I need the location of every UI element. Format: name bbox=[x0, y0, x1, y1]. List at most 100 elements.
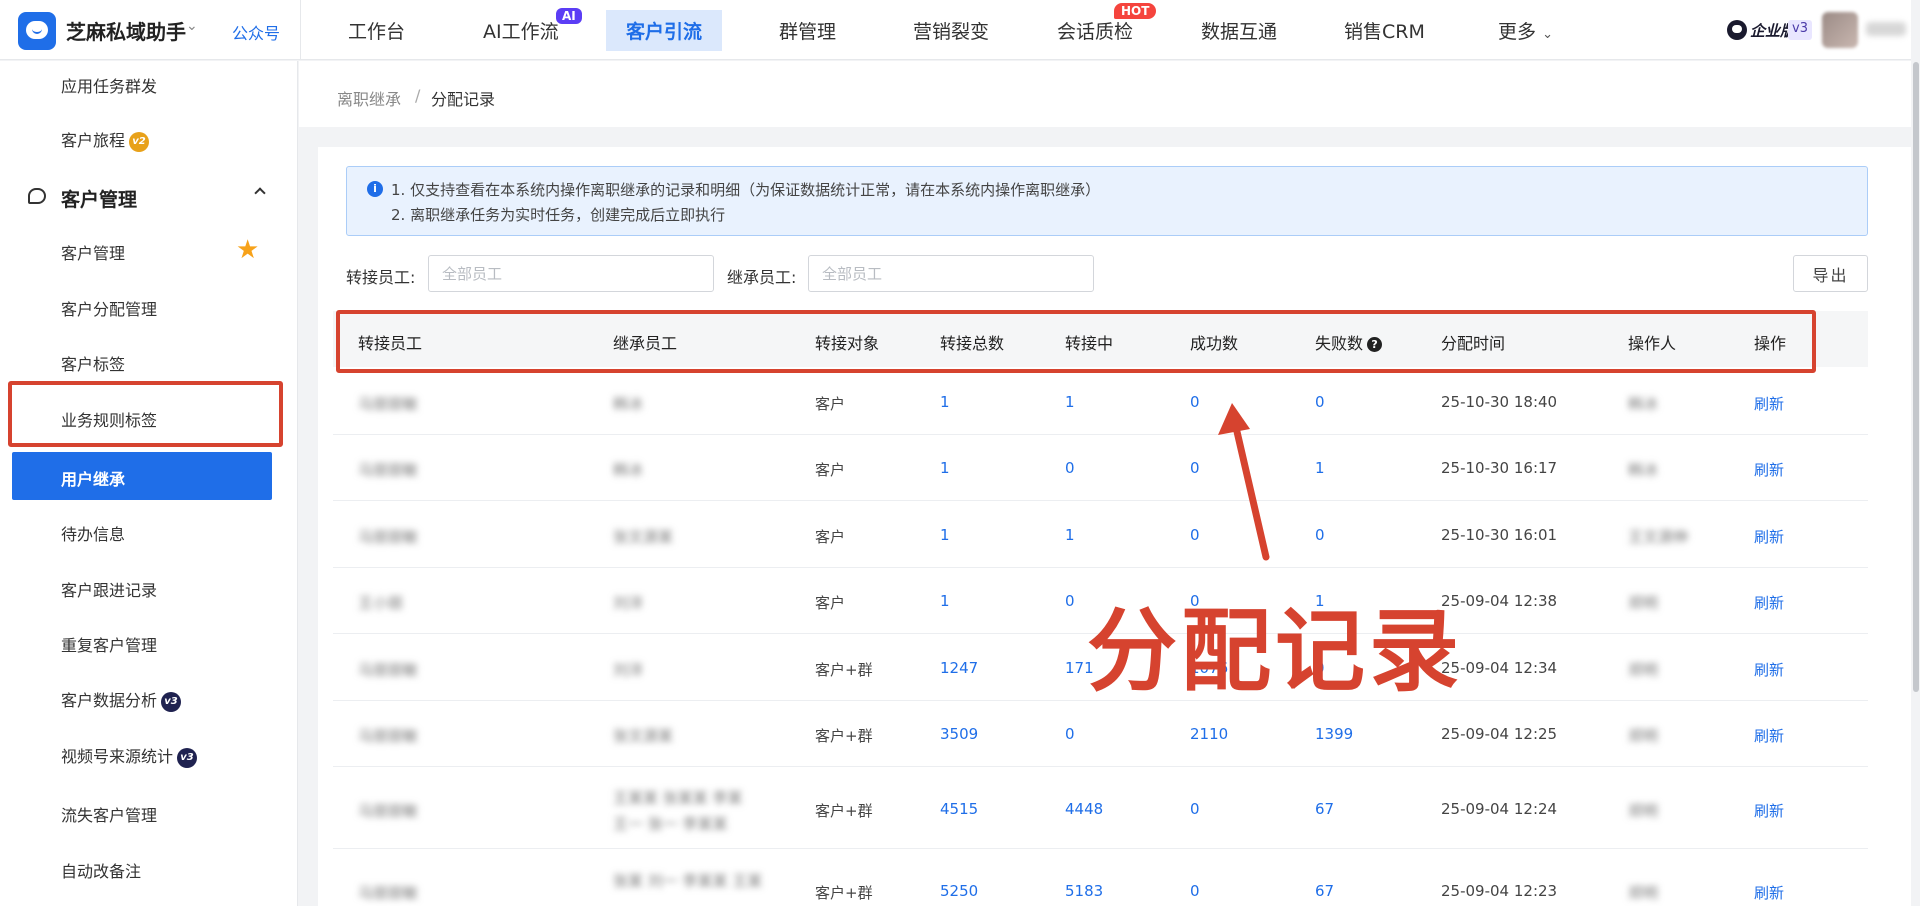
user-avatar[interactable] bbox=[1822, 12, 1858, 48]
cell-fail-link[interactable]: 1399 bbox=[1315, 725, 1353, 743]
cell-inherit-employee: 韩冰 bbox=[613, 461, 644, 479]
cell-pending-link[interactable]: 4448 bbox=[1065, 800, 1103, 818]
gzh-link[interactable]: 公众号 bbox=[232, 20, 280, 44]
cell-fail-link[interactable]: 1 bbox=[1315, 459, 1325, 477]
refresh-link[interactable]: 刷新 bbox=[1754, 659, 1784, 680]
cell-pending-link[interactable]: 1 bbox=[1065, 526, 1075, 544]
cell-total-link[interactable]: 1 bbox=[940, 459, 950, 477]
notice-banner: i 1. 仅支持查看在本系统内操作离职继承的记录和明细（为保证数据统计正常，请在… bbox=[346, 166, 1868, 236]
cell-fail-link[interactable]: 67 bbox=[1315, 882, 1334, 900]
enterprise-logo-icon bbox=[1727, 20, 1747, 40]
nav-workbench[interactable]: 工作台 bbox=[348, 17, 405, 44]
cell-operator: 王文源伸 bbox=[1628, 528, 1689, 546]
breadcrumb: 离职继承 / 分配记录 bbox=[299, 61, 1911, 127]
sidebar-item-label: 视频号来源统计 bbox=[61, 747, 174, 766]
cell-pending-link[interactable]: 0 bbox=[1065, 459, 1075, 477]
sidebar-item-customer-management[interactable]: 客户管理 bbox=[61, 240, 125, 264]
v3-badge-icon: v3 bbox=[161, 691, 182, 712]
nav-more[interactable]: 更多 ⌄ bbox=[1498, 17, 1553, 44]
cell-operator: 韩冰 bbox=[1628, 395, 1659, 413]
version-badge: v3 bbox=[1788, 20, 1812, 40]
sidebar-item-lost-customers[interactable]: 流失客户管理 bbox=[61, 802, 157, 826]
cell-inherit-employee: 王某某 张某某 李某 bbox=[613, 789, 743, 807]
cell-total-link[interactable]: 1 bbox=[940, 592, 950, 610]
refresh-link[interactable]: 刷新 bbox=[1754, 800, 1784, 821]
sidebar-item-todo[interactable]: 待办信息 bbox=[61, 521, 125, 545]
nav-data-sync[interactable]: 数据互通 bbox=[1201, 17, 1277, 44]
refresh-link[interactable]: 刷新 bbox=[1754, 725, 1784, 746]
cell-fail-link[interactable]: 0 bbox=[1315, 393, 1325, 411]
sidebar-item-customer-tags[interactable]: 客户标签 bbox=[61, 351, 125, 375]
breadcrumb-current: 分配记录 bbox=[431, 90, 496, 109]
chevron-down-icon[interactable]: ⌄ bbox=[186, 18, 198, 34]
sidebar-item-auto-remark[interactable]: 自动改备注 bbox=[61, 858, 141, 882]
sidebar-item-duplicate-customers[interactable]: 重复客户管理 bbox=[61, 632, 157, 656]
cell-success-link[interactable]: 2110 bbox=[1190, 725, 1228, 743]
cell-pending-link[interactable]: 0 bbox=[1065, 592, 1075, 610]
v3-badge-icon: v3 bbox=[177, 747, 198, 768]
customer-group-icon bbox=[28, 188, 46, 204]
nav-group-management[interactable]: 群管理 bbox=[779, 17, 836, 44]
nav-session-qc[interactable]: 会话质检 bbox=[1057, 17, 1133, 44]
transfer-employee-select[interactable] bbox=[428, 255, 714, 292]
cell-target: 客户 bbox=[815, 528, 846, 546]
sidebar: 应用任务群发 客户旅程 v2 客户管理 客户管理 ★ 客户分配管理 客户标签 业务… bbox=[0, 61, 298, 906]
refresh-link[interactable]: 刷新 bbox=[1754, 393, 1784, 414]
cell-transfer-employee: 马丽丽敏 bbox=[358, 884, 419, 902]
sidebar-item-video-source-stats[interactable]: 视频号来源统计 v3 bbox=[61, 743, 198, 768]
cell-fail-link[interactable]: 0 bbox=[1315, 526, 1325, 544]
star-icon[interactable]: ★ bbox=[236, 237, 259, 263]
app-logo-icon[interactable] bbox=[18, 12, 56, 50]
nav-customer-acquisition[interactable]: 客户引流 bbox=[606, 10, 723, 51]
cell-success-link[interactable]: 0 bbox=[1190, 800, 1200, 818]
nav-ai-workflow[interactable]: AI工作流 bbox=[483, 17, 559, 44]
sidebar-item-user-inheritance[interactable]: 用户继承 bbox=[12, 452, 272, 500]
cell-total-link[interactable]: 3509 bbox=[940, 725, 978, 743]
refresh-link[interactable]: 刷新 bbox=[1754, 882, 1784, 903]
highlight-box-table-header bbox=[336, 310, 1816, 373]
user-name-blurred[interactable] bbox=[1866, 22, 1906, 36]
sidebar-item-follow-up-records[interactable]: 客户跟进记录 bbox=[61, 577, 157, 601]
cell-time: 25-10-30 16:01 bbox=[1441, 526, 1558, 544]
cell-target: 客户+群 bbox=[815, 884, 873, 902]
nav-marketing-fission[interactable]: 营销裂变 bbox=[913, 17, 989, 44]
cell-total-link[interactable]: 5250 bbox=[940, 882, 978, 900]
cell-total-link[interactable]: 4515 bbox=[940, 800, 978, 818]
refresh-link[interactable]: 刷新 bbox=[1754, 592, 1784, 613]
cell-inherit-employee: 张文源某 bbox=[613, 727, 674, 745]
cell-time: 25-10-30 18:40 bbox=[1441, 393, 1558, 411]
refresh-link[interactable]: 刷新 bbox=[1754, 526, 1784, 547]
cell-target: 客户+群 bbox=[815, 727, 873, 745]
cell-fail-link[interactable]: 67 bbox=[1315, 800, 1334, 818]
cell-total-link[interactable]: 1 bbox=[940, 393, 950, 411]
v2-badge-icon: v2 bbox=[129, 131, 150, 152]
nav-sales-crm[interactable]: 销售CRM bbox=[1344, 17, 1425, 44]
cell-pending-link[interactable]: 5183 bbox=[1065, 882, 1103, 900]
sidebar-item-customer-journey[interactable]: 客户旅程 v2 bbox=[61, 127, 150, 152]
sidebar-item-customer-allocation[interactable]: 客户分配管理 bbox=[61, 296, 157, 320]
cell-total-link[interactable]: 1 bbox=[940, 526, 950, 544]
sidebar-item-app-task-broadcast[interactable]: 应用任务群发 bbox=[61, 73, 157, 97]
cell-success-link[interactable]: 0 bbox=[1190, 882, 1200, 900]
sidebar-group-customer-management[interactable]: 客户管理 bbox=[61, 185, 137, 212]
cell-pending-link[interactable]: 1 bbox=[1065, 393, 1075, 411]
export-button[interactable]: 导出 bbox=[1793, 255, 1868, 292]
chevron-up-icon[interactable] bbox=[254, 187, 266, 199]
cell-target: 客户 bbox=[815, 594, 846, 612]
cell-inherit-employee: 刘洋 bbox=[613, 661, 644, 679]
inherit-employee-select[interactable] bbox=[808, 255, 1094, 292]
sidebar-item-customer-data-analysis[interactable]: 客户数据分析 v3 bbox=[61, 687, 182, 712]
scrollbar-thumb[interactable] bbox=[1913, 62, 1919, 692]
app-name[interactable]: 芝麻私域助手 bbox=[66, 16, 186, 45]
cell-total-link[interactable]: 1247 bbox=[940, 659, 978, 677]
cell-pending-link[interactable]: 0 bbox=[1065, 725, 1075, 743]
cell-target: 客户 bbox=[815, 395, 846, 413]
cell-transfer-employee: 马丽丽敏 bbox=[358, 461, 419, 479]
breadcrumb-parent[interactable]: 离职继承 bbox=[337, 86, 401, 110]
annotation-arrow-icon bbox=[1218, 403, 1270, 561]
refresh-link[interactable]: 刷新 bbox=[1754, 459, 1784, 480]
cell-transfer-employee: 马丽丽敏 bbox=[358, 528, 419, 546]
cell-target: 客户 bbox=[815, 461, 846, 479]
chevron-down-icon: ⌄ bbox=[1542, 27, 1553, 42]
cell-transfer-employee: 马丽丽敏 bbox=[358, 395, 419, 413]
